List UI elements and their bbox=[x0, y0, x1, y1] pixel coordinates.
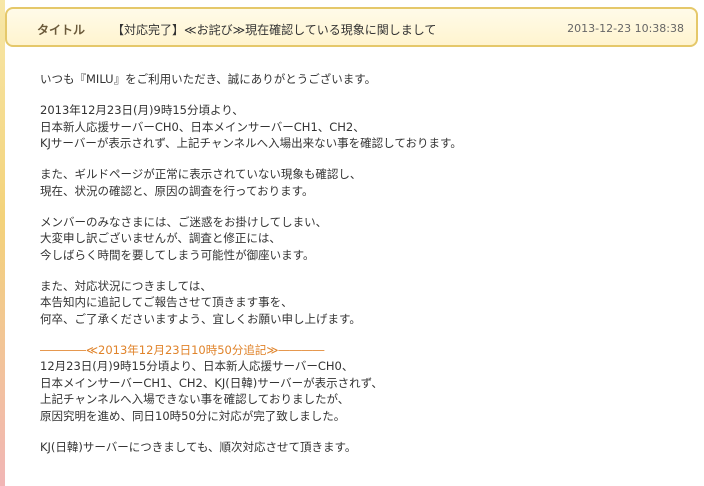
text-line: 日本メインサーバーCH1、CH2、KJ(日韓)サーバーが表示されず、 bbox=[40, 375, 383, 390]
text-line: いつも『MILU』をご利用いただき、誠にありがとうございます。 bbox=[40, 72, 377, 86]
text-line: 今しばらく時間を要してしまう可能性が御座います。 bbox=[40, 247, 315, 262]
paragraph-guild-page: また、ギルドページが正常に表示されていない現象も確認し、 現在、状況の確認と、原… bbox=[40, 166, 680, 199]
text-line: 原因究明を進め、同日10時50分に対応が完了致しました。 bbox=[40, 408, 346, 423]
text-line: KJ(日韓)サーバーにつきましても、順次対応させて頂きます。 bbox=[40, 439, 357, 454]
text-line: 何卒、ご了承くださいますよう、宜しくお願い申し上げます。 bbox=[40, 311, 361, 326]
notice-title: 【対応完了】≪お詫び≫現在確認している現象に関しまして bbox=[112, 23, 437, 37]
text-line: 本告知内に追記してご報告させて頂きます事を、 bbox=[40, 295, 293, 309]
text-line: KJサーバーが表示されず、上記チャンネルへ入場出来ない事を確認しております。 bbox=[40, 136, 462, 150]
text-line: また、ギルドページが正常に表示されていない現象も確認し、 bbox=[40, 167, 362, 181]
text-line: 現在、状況の確認と、原因の調査を行っております。 bbox=[40, 183, 314, 198]
notice-timestamp: 2013-12-23 10:38:38 bbox=[567, 22, 684, 35]
left-decorative-strip bbox=[0, 0, 5, 486]
text-line: メンバーのみなさまには、ご迷惑をお掛けしてしまい、 bbox=[40, 214, 328, 229]
text-line: 12月23日(月)9時15分頃より、日本新人応援サーバーCH0、 bbox=[40, 359, 354, 373]
paragraph-apology: メンバーのみなさまには、ご迷惑をお掛けしてしまい、 大変申し訳ございませんが、調… bbox=[40, 214, 680, 264]
notice-header: タイトル 【対応完了】≪お詫び≫現在確認している現象に関しまして 2013-12… bbox=[5, 7, 698, 47]
paragraph-issue: 2013年12月23日(月)9時15分頃より、 日本新人応援サーバーCH0、日本… bbox=[40, 102, 680, 152]
paragraph-followup: また、対応状況につきましては、 本告知内に追記してご報告させて頂きます事を、 何… bbox=[40, 278, 680, 328]
text-line: 大変申し訳ございませんが、調査と修正には、 bbox=[40, 231, 281, 245]
addendum-heading: ――――≪2013年12月23日10時50分追記≫―――― bbox=[40, 342, 325, 357]
text-line: 上記チャンネルへ入場できない事を確認しておりましたが、 bbox=[40, 392, 350, 406]
text-line: 日本新人応援サーバーCH0、日本メインサーバーCH1、CH2、 bbox=[40, 119, 365, 134]
title-label: タイトル bbox=[37, 23, 86, 37]
notice-body: いつも『MILU』をご利用いただき、誠にありがとうございます。 2013年12月… bbox=[40, 71, 680, 470]
text-line: 2013年12月23日(月)9時15分頃より、 bbox=[40, 103, 244, 117]
paragraph-addendum: ――――≪2013年12月23日10時50分追記≫―――― 12月23日(月)9… bbox=[40, 342, 680, 425]
paragraph-greeting: いつも『MILU』をご利用いただき、誠にありがとうございます。 bbox=[40, 71, 680, 88]
paragraph-closing: KJ(日韓)サーバーにつきましても、順次対応させて頂きます。 bbox=[40, 439, 680, 456]
text-line: また、対応状況につきましては、 bbox=[40, 278, 212, 293]
